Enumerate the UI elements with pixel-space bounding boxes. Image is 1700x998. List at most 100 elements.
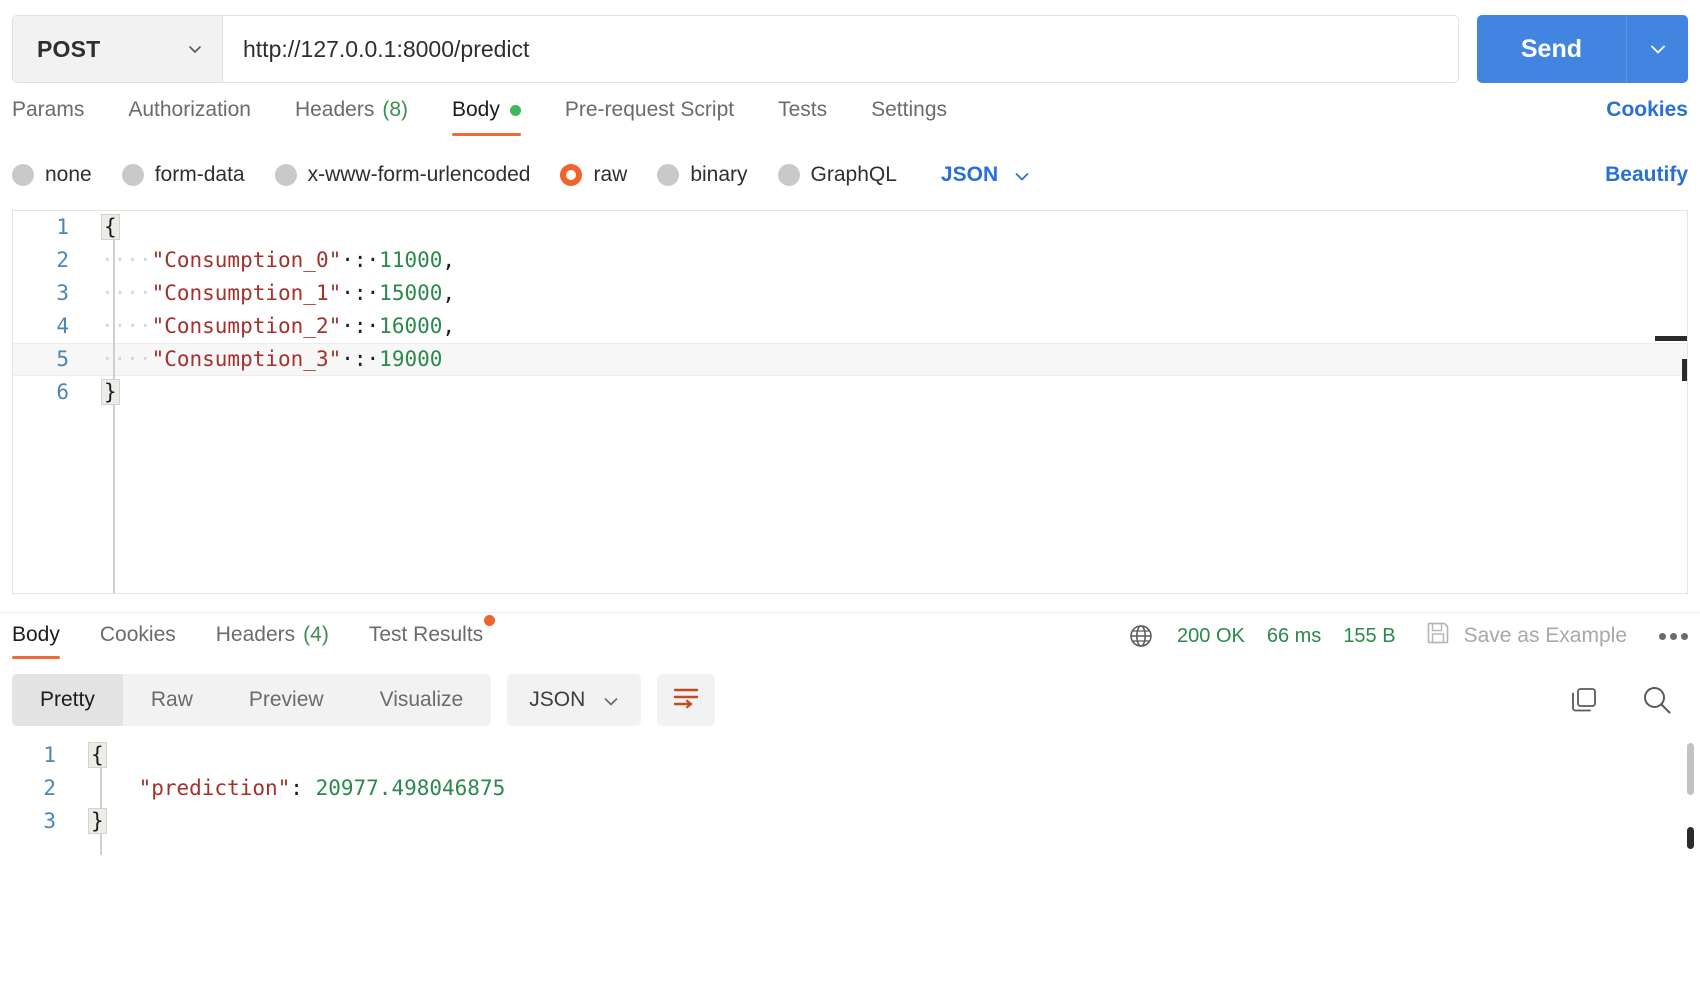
tab-tests[interactable]: Tests xyxy=(778,98,827,136)
chevron-down-icon xyxy=(1650,45,1665,54)
json-colon: ·:· xyxy=(341,314,380,338)
indent-dots: ···· xyxy=(101,281,152,305)
brace-open: { xyxy=(88,742,107,768)
raw-format-label: JSON xyxy=(940,163,999,186)
line-content: "prediction": 20977.498046875 xyxy=(72,772,506,805)
raw-format-selector[interactable]: JSON xyxy=(941,163,1030,187)
code-line: 2 "prediction": 20977.498046875 xyxy=(0,772,1700,805)
body-type-binary[interactable]: binary xyxy=(657,163,748,187)
response-vertical-scrollbar[interactable] xyxy=(1687,743,1694,795)
cookies-link[interactable]: Cookies xyxy=(1606,98,1688,136)
tab-authorization[interactable]: Authorization xyxy=(128,98,251,136)
radio-icon xyxy=(777,164,800,186)
json-key: "Consumption_1" xyxy=(151,281,342,305)
body-type-none[interactable]: none xyxy=(12,163,92,187)
tab-headers[interactable]: Headers (8) xyxy=(295,98,408,136)
line-content: ····"Consumption_1"·:·15000, xyxy=(85,277,455,310)
indent-dots: ···· xyxy=(101,248,152,272)
response-body-viewer[interactable]: 1 { 2 "prediction": 20977.498046875 3 } xyxy=(0,731,1700,871)
json-colon: : xyxy=(290,776,316,800)
response-tab-headers[interactable]: Headers (4) xyxy=(216,623,329,659)
response-tab-test-results[interactable]: Test Results xyxy=(368,615,496,659)
code-line: 4 ····"Consumption_2"·:·16000, xyxy=(13,310,1687,343)
radio-icon xyxy=(121,164,144,186)
tab-body[interactable]: Body xyxy=(452,98,521,136)
copy-icon[interactable] xyxy=(1568,684,1600,716)
line-number: 6 xyxy=(56,380,69,404)
tab-label: Params xyxy=(12,98,85,121)
body-type-x-www-form-urlencoded[interactable]: x-www-form-urlencoded xyxy=(274,163,530,187)
tab-label: Body xyxy=(12,623,60,646)
response-tab-cookies[interactable]: Cookies xyxy=(100,623,176,659)
json-colon: ·:· xyxy=(341,281,380,305)
response-tab-body[interactable]: Body xyxy=(12,623,60,659)
view-mode-pretty[interactable]: Pretty xyxy=(12,674,123,726)
json-comma: , xyxy=(442,281,456,305)
search-icon[interactable] xyxy=(1640,683,1674,717)
body-type-label: binary xyxy=(690,163,748,186)
tab-label: Headers xyxy=(294,98,375,121)
view-mode-raw[interactable]: Raw xyxy=(123,674,221,726)
tab-label: Body xyxy=(452,98,500,121)
body-type-raw[interactable]: raw xyxy=(560,163,627,187)
body-type-graphql[interactable]: GraphQL xyxy=(777,163,897,187)
active-tab-underline xyxy=(12,656,60,659)
line-number: 3 xyxy=(56,281,69,305)
response-scroll-thumb[interactable] xyxy=(1687,827,1694,849)
tab-settings[interactable]: Settings xyxy=(871,98,947,136)
save-as-example-button[interactable]: Save as Example xyxy=(1424,619,1627,653)
request-body-editor[interactable]: 1 { 2 ····"Consumption_0"·:·11000, 3 ···… xyxy=(12,210,1688,594)
json-key: "Consumption_0" xyxy=(151,248,342,272)
line-content: ····"Consumption_3"·:·19000 xyxy=(85,343,442,376)
json-comma: , xyxy=(442,314,456,338)
wrap-text-button[interactable] xyxy=(657,674,716,726)
body-type-label: raw xyxy=(593,163,628,186)
code-line-active: 5 ····"Consumption_3"·:·19000 xyxy=(13,343,1687,376)
tab-label: Cookies xyxy=(99,623,176,646)
code-line: 1 { xyxy=(13,211,1687,244)
tab-label: Test Results xyxy=(368,623,484,646)
code-line: 2 ····"Consumption_0"·:·11000, xyxy=(13,244,1687,277)
json-value: 11000 xyxy=(379,248,443,272)
radio-icon xyxy=(657,164,680,186)
tab-label: Settings xyxy=(871,98,948,121)
tab-label: Pre-request Script xyxy=(564,98,735,121)
send-options-button[interactable] xyxy=(1626,15,1688,83)
response-format-selector[interactable]: JSON xyxy=(507,674,642,726)
tab-params[interactable]: Params xyxy=(12,98,84,136)
radio-icon xyxy=(274,164,297,186)
headers-count: (8) xyxy=(382,98,408,121)
body-type-label: GraphQL xyxy=(810,163,897,186)
send-button[interactable]: Send xyxy=(1476,15,1626,83)
view-mode-visualize[interactable]: Visualize xyxy=(352,674,492,726)
body-modified-dot-icon xyxy=(509,104,521,116)
editor-horizontal-scrollbar[interactable] xyxy=(1655,336,1687,341)
response-more-options-icon[interactable] xyxy=(1659,632,1688,640)
json-value: 15000 xyxy=(379,281,443,305)
json-key: "prediction" xyxy=(138,776,291,800)
brace-open: { xyxy=(101,214,120,240)
chevron-down-icon xyxy=(186,40,204,58)
tab-pre-request-script[interactable]: Pre-request Script xyxy=(565,98,734,136)
line-content: } xyxy=(85,376,120,409)
status-code: 200 OK xyxy=(1177,624,1245,647)
line-content: ····"Consumption_0"·:·11000, xyxy=(85,244,455,277)
tab-label: Headers xyxy=(215,623,296,646)
http-method-selector[interactable]: POST xyxy=(13,16,223,82)
request-tabs: Params Authorization Headers (8) Body Pr… xyxy=(0,88,1700,146)
line-number: 4 xyxy=(56,314,69,338)
url-input[interactable]: http://127.0.0.1:8000/predict xyxy=(223,16,1458,82)
brace-close: } xyxy=(88,808,107,834)
send-button-group: Send xyxy=(1476,15,1688,83)
beautify-button[interactable]: Beautify xyxy=(1605,163,1688,187)
view-mode-preview[interactable]: Preview xyxy=(221,674,352,726)
json-colon: ·:· xyxy=(341,347,380,371)
tab-label: Authorization xyxy=(128,98,251,121)
request-url-bar: POST http://127.0.0.1:8000/predict Send xyxy=(0,0,1700,88)
indent-dots: ···· xyxy=(101,314,152,338)
body-type-form-data[interactable]: form-data xyxy=(121,163,245,187)
response-format-label: JSON xyxy=(529,688,586,711)
line-content: { xyxy=(72,739,107,772)
editor-vertical-scrollbar[interactable] xyxy=(1682,359,1687,381)
